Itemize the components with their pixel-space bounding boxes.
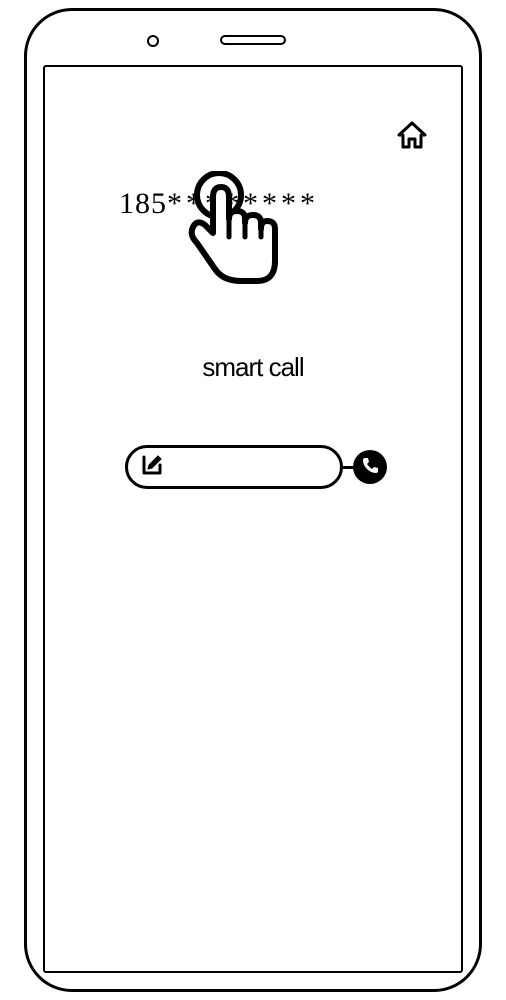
speaker-grille [220,35,286,45]
connector-line [343,466,353,469]
edit-icon [140,453,164,482]
screen: 185******** smart call [43,65,463,973]
phone-number-prefix: 185 [119,187,167,220]
phone-icon [360,455,380,480]
number-input[interactable] [125,445,343,489]
pointer-hand-icon [183,171,293,316]
home-icon[interactable] [395,119,429,158]
phone-frame: 185******** smart call [24,8,482,992]
input-row [125,445,387,489]
app-title: smart call [45,352,461,383]
front-camera [147,35,159,47]
call-button[interactable] [353,450,387,484]
